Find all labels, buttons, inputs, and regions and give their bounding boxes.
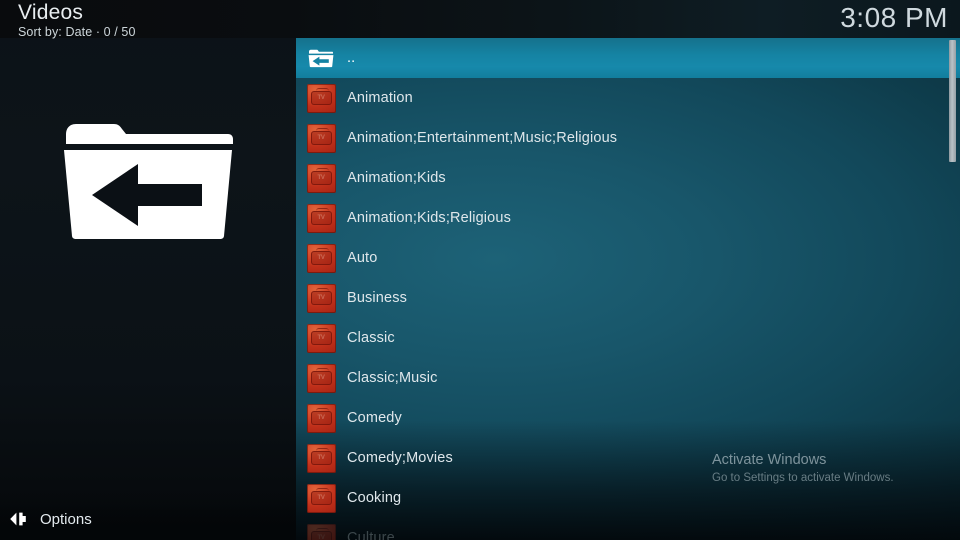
header-titles: Videos Sort by: Date · 0 / 50 xyxy=(18,1,136,39)
options-button[interactable]: Options xyxy=(0,498,296,540)
list-item[interactable]: TV Animation;Entertainment;Music;Religiou… xyxy=(296,118,960,158)
list-item-label: Animation xyxy=(347,90,413,106)
window-header: Videos Sort by: Date · 0 / 50 3:08 PM xyxy=(0,0,960,39)
media-tv-icon: TV xyxy=(306,163,336,193)
list-item-label: Auto xyxy=(347,250,378,266)
page-title: Videos xyxy=(18,1,84,24)
list-scrollbar-track[interactable] xyxy=(949,40,956,536)
media-tv-icon: TV xyxy=(306,123,336,153)
media-tv-icon: TV xyxy=(306,323,336,353)
media-tv-icon: TV xyxy=(306,83,336,113)
media-tv-icon: TV xyxy=(306,443,336,473)
media-tv-icon: TV xyxy=(306,123,336,153)
list-item[interactable]: TV Classic xyxy=(296,318,960,358)
list-item-label: .. xyxy=(347,50,356,66)
list-item[interactable]: TV Culture xyxy=(296,518,960,540)
left-chevron-bracket-icon xyxy=(8,509,28,529)
list-scrollbar-thumb[interactable] xyxy=(949,40,956,162)
list-item-label: Cooking xyxy=(347,490,402,506)
list-item-label: Classic;Music xyxy=(347,370,438,386)
media-tv-icon: TV xyxy=(306,443,336,473)
media-tv-icon: TV xyxy=(306,243,336,273)
media-tv-icon: TV xyxy=(306,363,336,393)
left-preview-panel xyxy=(0,0,296,540)
media-tv-icon: TV xyxy=(306,483,336,513)
options-label: Options xyxy=(40,510,92,528)
list-item-label: Animation;Entertainment;Music;Religious xyxy=(347,130,618,146)
list-item-label: Business xyxy=(347,290,408,306)
media-tv-icon: TV xyxy=(306,483,336,513)
list-item[interactable]: TV Comedy xyxy=(296,398,960,438)
media-tv-icon: TV xyxy=(306,403,336,433)
media-tv-icon: TV xyxy=(306,203,336,233)
media-tv-icon: TV xyxy=(306,323,336,353)
folder-back-icon xyxy=(0,112,296,242)
media-tv-icon: TV xyxy=(306,523,336,540)
media-tv-icon: TV xyxy=(306,83,336,113)
watermark-subtitle: Go to Settings to activate Windows. xyxy=(712,472,894,484)
media-tv-icon: TV xyxy=(306,403,336,433)
media-tv-icon: TV xyxy=(306,283,336,313)
media-tv-icon: TV xyxy=(306,243,336,273)
list-item-label: Animation;Kids;Religious xyxy=(347,210,511,226)
media-tv-icon: TV xyxy=(306,523,336,540)
folder-back-icon xyxy=(306,43,336,73)
media-tv-icon: TV xyxy=(306,203,336,233)
list-item[interactable]: TV Classic;Music xyxy=(296,358,960,398)
list-item[interactable]: .. xyxy=(296,38,960,78)
list-item-label: Animation;Kids xyxy=(347,170,446,186)
media-tv-icon: TV xyxy=(306,163,336,193)
sort-and-count-label: Sort by: Date · 0 / 50 xyxy=(18,25,136,39)
watermark-title: Activate Windows xyxy=(712,452,827,468)
list-item-label: Comedy;Movies xyxy=(347,450,453,466)
list-item[interactable]: TV Animation xyxy=(296,78,960,118)
media-tv-icon: TV xyxy=(306,283,336,313)
list-item[interactable]: TV Animation;Kids xyxy=(296,158,960,198)
list-item-label: Comedy xyxy=(347,410,402,426)
list-item[interactable]: TV Auto xyxy=(296,238,960,278)
list-item-label: Culture xyxy=(347,530,395,540)
list-item[interactable]: TV Business xyxy=(296,278,960,318)
list-item-label: Classic xyxy=(347,330,395,346)
list-item[interactable]: TV Animation;Kids;Religious xyxy=(296,198,960,238)
media-tv-icon: TV xyxy=(306,363,336,393)
activate-windows-watermark: Activate Windows Go to Settings to activ… xyxy=(712,451,942,486)
clock-label: 3:08 PM xyxy=(840,2,948,33)
